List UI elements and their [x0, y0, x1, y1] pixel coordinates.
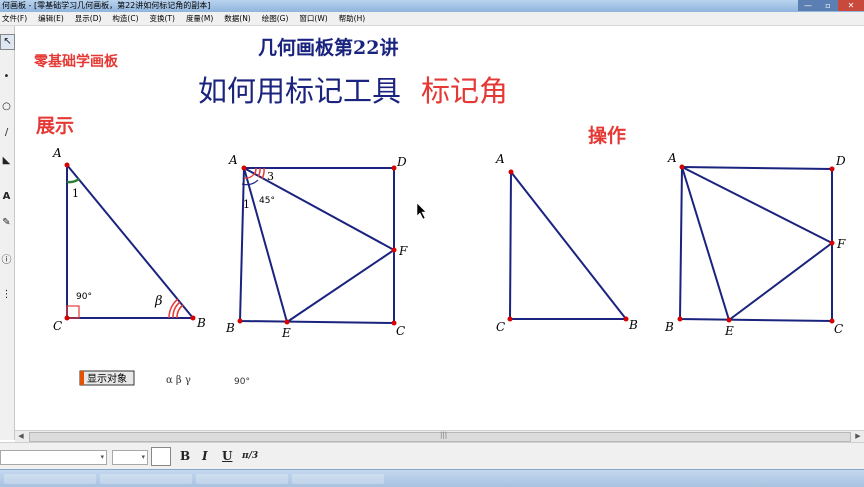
- angle1-mark: [66, 177, 80, 184]
- section-demo-label: 展示: [36, 115, 74, 137]
- text-format-bar: ▾ ▾ B I U π/3: [0, 442, 864, 469]
- greek-labels-text: α β γ: [166, 375, 191, 386]
- fig1-label-B: B: [196, 316, 206, 330]
- scroll-left-icon[interactable]: ◀: [15, 431, 27, 441]
- fig2-label-A: A: [228, 153, 238, 167]
- taskbar-item[interactable]: [292, 474, 384, 484]
- main-title-part1: 如何用标记工具: [198, 74, 401, 108]
- main-title-part2: 标记角: [421, 74, 508, 108]
- window-title: 何画板 - [零基础学习几何画板，第22讲如何标记角的副本]: [2, 1, 211, 10]
- menu-transform[interactable]: 变换(T): [150, 13, 175, 24]
- menu-data[interactable]: 数据(N): [224, 13, 250, 24]
- close-icon[interactable]: ✕: [838, 0, 864, 11]
- fig4-label-E: E: [724, 324, 734, 338]
- fig4-label-C: C: [834, 322, 843, 336]
- menu-bar: 文件(F) 编辑(E) 显示(D) 构造(C) 变换(T) 度量(M) 数据(N…: [0, 12, 864, 26]
- fig3-label-A: A: [495, 152, 505, 166]
- info-icon[interactable]: ⓘ: [0, 254, 13, 268]
- fig2-label-angle3: 3: [267, 170, 274, 183]
- custom-tool-icon[interactable]: ⋮: [0, 288, 13, 302]
- line-icon[interactable]: /: [0, 126, 13, 140]
- menu-help[interactable]: 帮助(H): [339, 13, 366, 24]
- window-controls: — ▫ ✕: [798, 0, 864, 12]
- underline-button[interactable]: U: [222, 447, 232, 465]
- font-family-select[interactable]: ▾: [0, 450, 107, 465]
- fig1-label-beta: β: [154, 294, 163, 309]
- fig2-angle3-mark-3: [261, 167, 265, 180]
- menu-window[interactable]: 窗口(W): [299, 13, 327, 24]
- scroll-right-icon[interactable]: ▶: [852, 431, 864, 441]
- figure-4-square[interactable]: [678, 165, 833, 323]
- fig2-label-C: C: [396, 324, 405, 338]
- marker-icon[interactable]: ✎: [0, 216, 13, 230]
- text-color-icon[interactable]: [151, 447, 171, 466]
- fig1-label-A: A: [52, 146, 62, 160]
- fig2-label-angle1: 1: [243, 198, 250, 211]
- os-taskbar: [0, 469, 864, 487]
- menu-edit[interactable]: 编辑(E): [38, 13, 64, 24]
- minimize-icon[interactable]: —: [798, 0, 818, 11]
- fig3-label-B: B: [628, 318, 638, 332]
- right-angle-mark: [66, 305, 80, 319]
- show-objects-button-tab: [80, 371, 84, 385]
- sketch-canvas[interactable]: 零基础学画板 几何画板第22讲 如何用标记工具 标记角 展示 操作 A C B …: [15, 26, 864, 430]
- text-icon[interactable]: A: [0, 190, 13, 204]
- chevron-down-icon: ▾: [100, 453, 104, 461]
- menu-construct[interactable]: 构造(C): [112, 13, 138, 24]
- taskbar-item[interactable]: [100, 474, 192, 484]
- fig2-label-B: B: [225, 321, 235, 335]
- fig1-label-angle1: 1: [72, 187, 79, 200]
- fig4-label-B: B: [664, 320, 674, 334]
- brand-label: 零基础学画板: [33, 53, 119, 70]
- maximize-icon[interactable]: ▫: [818, 0, 838, 11]
- horizontal-scrollbar[interactable]: ◀ ||| ▶: [15, 430, 864, 442]
- figure-3-triangle[interactable]: [509, 171, 627, 320]
- figure-2-square[interactable]: [238, 167, 395, 325]
- menu-measure[interactable]: 度量(M): [186, 13, 213, 24]
- fig2-label-45: 45°: [259, 196, 275, 206]
- lesson-title: 几何画板第22讲: [258, 36, 398, 59]
- taskbar-item[interactable]: [4, 474, 96, 484]
- section-operate-label: 操作: [588, 124, 626, 147]
- scrollbar-grip-icon: |||: [440, 431, 448, 439]
- menu-display[interactable]: 显示(D): [75, 13, 102, 24]
- fig2-label-F: F: [398, 244, 408, 258]
- chevron-down-icon: ▾: [141, 453, 145, 461]
- fig2-label-D: D: [396, 155, 407, 169]
- menu-graph[interactable]: 绘图(G): [262, 13, 289, 24]
- toolbox: ↖ • ○ / ◣ A ✎ ⓘ ⋮: [0, 26, 15, 440]
- window-titlebar: 何画板 - [零基础学习几何画板，第22讲如何标记角的副本] — ▫ ✕: [0, 0, 864, 12]
- sketch-svg: 零基础学画板 几何画板第22讲 如何用标记工具 标记角 展示 操作 A C B …: [33, 36, 846, 387]
- math-format-button[interactable]: π/3: [242, 447, 258, 465]
- taskbar-item[interactable]: [196, 474, 288, 484]
- show-objects-button-label[interactable]: 显示对象: [87, 372, 127, 385]
- beta-mark-1: [176, 304, 184, 319]
- bold-button[interactable]: B: [180, 447, 190, 465]
- fig4-label-D: D: [835, 154, 846, 168]
- point-icon[interactable]: •: [0, 70, 13, 84]
- font-size-select[interactable]: ▾: [112, 450, 148, 465]
- fig3-label-C: C: [496, 320, 505, 334]
- arrow-select-icon[interactable]: ↖: [0, 34, 15, 50]
- fig4-label-F: F: [836, 237, 846, 251]
- mouse-cursor-icon: [416, 202, 427, 220]
- fig4-label-A: A: [667, 151, 677, 165]
- fig2-label-E: E: [281, 326, 291, 340]
- menu-file[interactable]: 文件(F): [2, 13, 27, 24]
- compass-icon[interactable]: ○: [0, 100, 13, 114]
- degree-label-text: 90°: [234, 377, 250, 387]
- fig1-label-C: C: [53, 319, 62, 333]
- italic-button[interactable]: I: [202, 447, 208, 465]
- fig1-label-90: 90°: [76, 292, 92, 302]
- polygon-icon[interactable]: ◣: [0, 154, 13, 168]
